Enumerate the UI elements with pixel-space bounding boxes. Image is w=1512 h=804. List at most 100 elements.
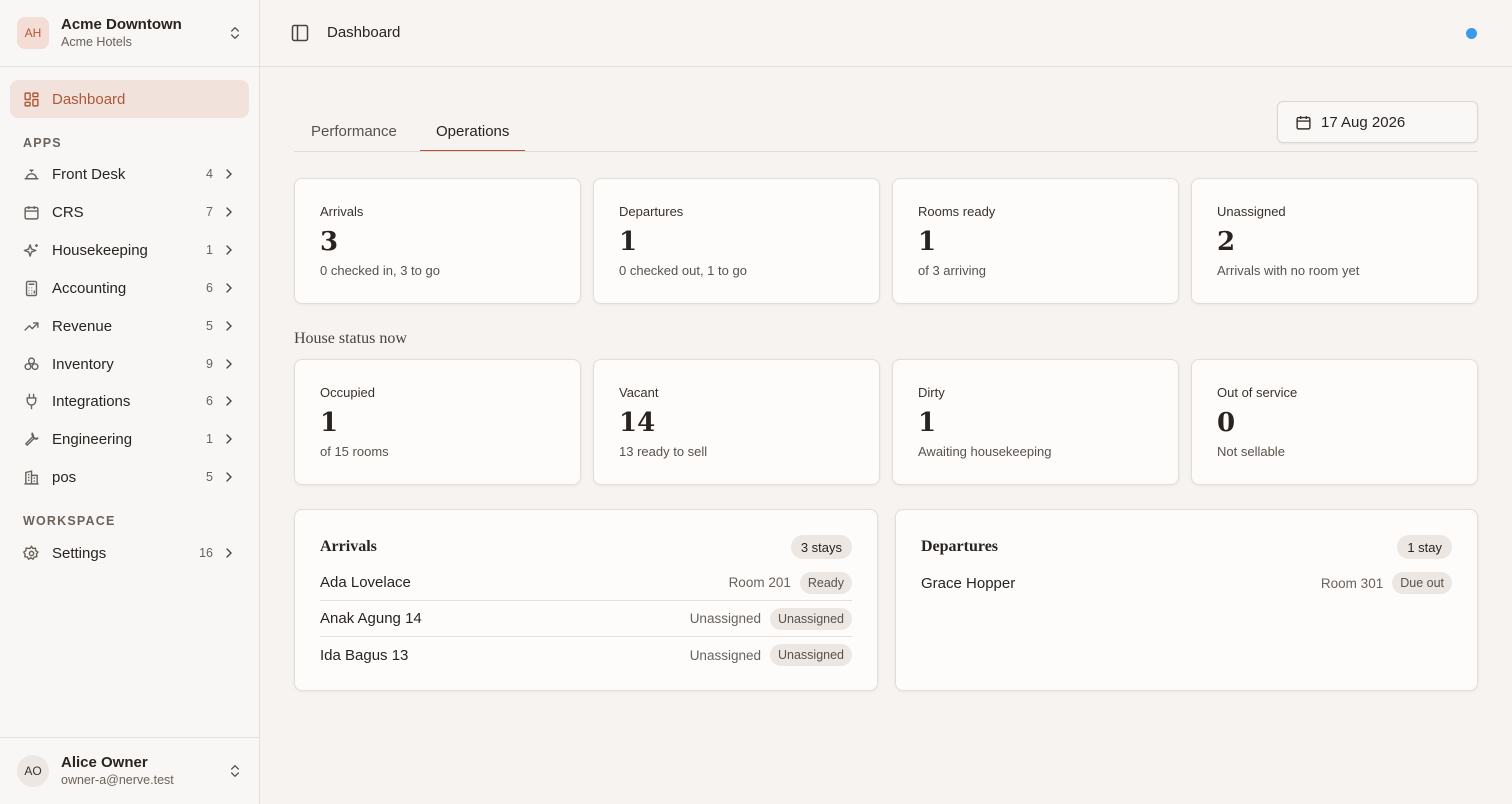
sidebar-item-label: Accounting [52,279,127,297]
wrench-icon [25,431,39,446]
user-name: Alice Owner [61,754,148,771]
status-card-occupied: Occupied 1 of 15 rooms [294,359,581,485]
kpi-value: 2 [1217,227,1236,257]
kpi-subtitle: 0 checked in, 3 to go [320,263,440,278]
layout-grid-icon [24,91,39,107]
count-badge: 1 [206,432,213,446]
gear-icon [23,544,39,560]
user-menu[interactable]: AO Alice Owner owner-a@nerve.test [10,746,250,796]
chevron-right-icon [226,434,232,444]
divider [0,737,259,738]
list-item[interactable]: Ida Bagus 13 Unassigned Unassigned [320,637,852,673]
sidebar-item-engineering[interactable]: Engineering 1 [10,421,249,457]
status-card-vacant: Vacant 14 13 ready to sell [593,359,880,485]
calendar-icon [24,205,39,220]
room-label: Room 301 [1320,575,1384,591]
sidebar-item-accounting[interactable]: Accounting 6 [10,270,249,306]
departures-panel: Departures 1 stay Grace Hopper Room 301 … [895,509,1478,691]
sidebar: AH Acme Downtown Acme Hotels Dashboard A… [0,0,260,804]
kpi-title: Dirty [918,385,945,400]
kpi-value: 14 [619,408,656,438]
avatar: AO [17,755,49,787]
kpi-value: 1 [918,227,937,257]
kpi-value: 3 [320,227,339,257]
status-badge: Unassigned [769,607,852,630]
topbar: Dashboard [260,0,1512,67]
house-status-heading: House status now [294,330,407,347]
status-badge: Due out [1392,572,1452,594]
chevron-right-icon [226,396,232,406]
room-label: Unassigned [689,611,761,626]
org-company: Acme Hotels [61,35,132,49]
count-badge: 3 stays [790,535,852,559]
divider [0,66,259,67]
org-switcher[interactable]: AH Acme Downtown Acme Hotels [10,8,250,58]
kpi-card-rooms-ready: Rooms ready 1 of 3 arriving [892,178,1179,304]
kpi-title: Unassigned [1217,204,1286,219]
sidebar-item-housekeeping[interactable]: Housekeeping 1 [10,232,249,268]
kpi-value: 1 [918,408,937,438]
sidebar-item-front-desk[interactable]: Front Desk 4 [10,156,249,192]
kpi-title: Rooms ready [918,204,996,219]
chevron-right-icon [226,359,232,369]
kpi-subtitle: Arrivals with no room yet [1217,263,1360,278]
tab-operations[interactable]: Operations [420,118,526,152]
kpi-value: 1 [320,408,339,438]
sidebar-item-label: pos [52,468,77,486]
bell-icon [24,169,39,179]
breadcrumb: Dashboard [327,24,401,41]
sidebar-item-crs[interactable]: CRS 7 [10,194,249,230]
date-picker[interactable]: 17 Aug 2026 [1277,101,1478,143]
sidebar-item-pos[interactable]: pos 5 [10,459,249,495]
chevron-right-icon [226,169,232,179]
kpi-subtitle: 13 ready to sell [619,444,708,459]
tabs-divider [294,151,1478,152]
room-label: Unassigned [689,647,761,663]
boxes-icon [24,356,39,370]
kpi-title: Departures [619,204,684,219]
count-badge: 6 [206,394,213,408]
kpi-subtitle: of 15 rooms [320,444,389,459]
sidebar-item-label: Inventory [52,355,114,373]
kpi-title: Occupied [320,385,375,400]
user-email: owner-a@nerve.test [61,773,174,787]
list-item[interactable]: Ada Lovelace Room 201 Ready [320,565,852,601]
guest-name: Ida Bagus 13 [320,646,409,664]
kpi-subtitle: of 3 arriving [918,263,986,278]
sidebar-item-inventory[interactable]: Inventory 9 [10,346,249,382]
count-badge: 1 stay [1397,535,1452,559]
chevron-right-icon [226,472,232,482]
sidebar-item-revenue[interactable]: Revenue 5 [10,308,249,344]
count-badge: 4 [206,167,213,181]
chevron-right-icon [226,207,232,217]
room-label: Room 201 [728,575,791,590]
guest-name: Ada Lovelace [320,574,411,591]
status-card-out-of-service: Out of service 0 Not sellable [1191,359,1478,485]
chevron-right-icon [226,245,232,255]
sidebar-item-label: CRS [52,203,84,221]
count-badge: 16 [199,546,213,560]
sidebar-item-integrations[interactable]: Integrations 6 [10,383,249,419]
sidebar-toggle-icon[interactable] [290,23,310,43]
list-item[interactable]: Anak Agung 14 Unassigned Unassigned [320,601,852,637]
sidebar-item-dashboard[interactable]: Dashboard [10,80,249,118]
count-badge: 7 [206,205,213,219]
status-badge: Unassigned [769,644,852,666]
kpi-title: Out of service [1217,385,1298,400]
sidebar-item-label: Front Desk [52,165,126,183]
chevrons-up-down-icon [231,765,239,777]
calendar-icon [1296,115,1311,130]
tab-performance[interactable]: Performance [295,118,413,152]
status-indicator [1466,28,1477,39]
sidebar-item-settings[interactable]: Settings 16 [10,535,249,571]
count-badge: 9 [206,357,213,371]
count-badge: 5 [206,470,213,484]
kpi-card-departures: Departures 1 0 checked out, 1 to go [593,178,880,304]
status-card-dirty: Dirty 1 Awaiting housekeeping [892,359,1179,485]
list-item[interactable]: Grace Hopper Room 301 Due out [921,565,1452,601]
kpi-title: Vacant [619,385,659,400]
sidebar-item-label: Dashboard [52,90,126,108]
kpi-title: Arrivals [320,204,364,219]
chevrons-up-down-icon [231,27,239,39]
guest-name: Grace Hopper [921,574,1016,592]
